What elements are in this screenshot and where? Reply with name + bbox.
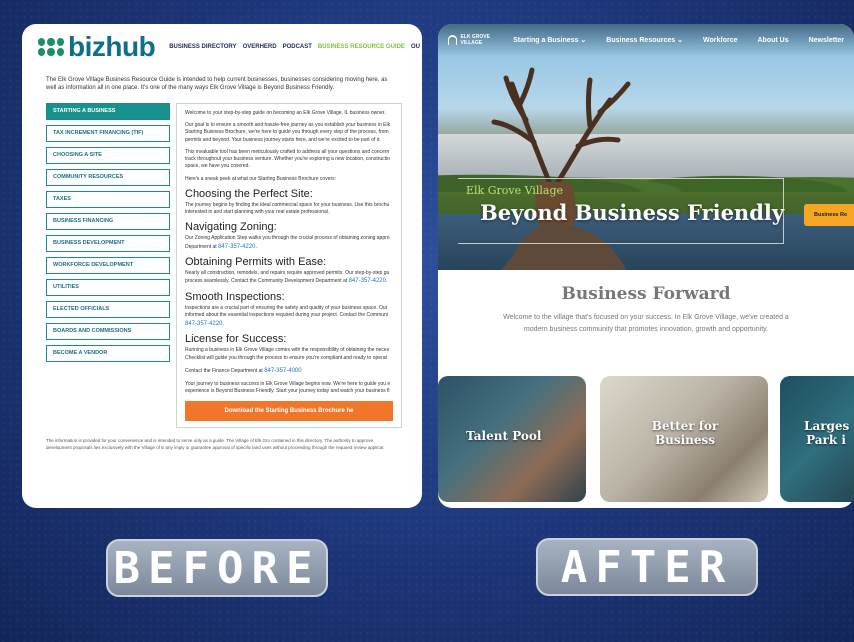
business-forward-text: Welcome to the village that's focused on… bbox=[503, 314, 789, 333]
sidebar-item-business-financing[interactable]: BUSINESS FINANCING bbox=[46, 212, 170, 230]
content-paragraph: Here's a sneak peek at what our Starting… bbox=[185, 175, 337, 182]
nav-starting-a-business[interactable]: Starting a Business ⌄ bbox=[513, 36, 586, 44]
sidebar-item-choosing-a-site[interactable]: CHOOSING A SITE bbox=[46, 146, 170, 164]
bizhub-header: bizhub BUSINESS DIRECTORY OVERHERD PODCA… bbox=[22, 24, 422, 70]
nav-business-directory[interactable]: BUSINESS DIRECTORY bbox=[169, 44, 236, 50]
sidebar-item-tax-increment-financing-tif[interactable]: TAX INCREMENT FINANCING (TIF) bbox=[46, 124, 170, 142]
card-label: Talent Pool bbox=[466, 429, 542, 443]
disclaimer-text: The information is provided for your con… bbox=[46, 438, 384, 450]
elk-grove-logo-text: ELK GROVE VILLAGE bbox=[460, 34, 490, 46]
after-nav: ELK GROVE VILLAGE Starting a Business ⌄ … bbox=[438, 24, 854, 56]
section-heading: Smooth Inspections: bbox=[185, 291, 285, 304]
after-label: AFTER bbox=[536, 538, 758, 596]
nav-business-resource-guide[interactable]: BUSINESS RESOURCE GUIDE bbox=[318, 44, 405, 50]
sidebar-item-starting-a-business[interactable]: STARTING A BUSINESS bbox=[46, 102, 170, 120]
section-text: Our Zoning Application Step walks you th… bbox=[185, 235, 393, 251]
elk-grove-logo[interactable]: ELK GROVE VILLAGE bbox=[448, 34, 493, 46]
resource-content: Welcome to your step-by-step guide on be… bbox=[176, 102, 402, 429]
sidebar-item-boards-and-commissions[interactable]: BOARDS AND COMMISSIONS bbox=[46, 322, 170, 340]
before-screenshot: bizhub BUSINESS DIRECTORY OVERHERD PODCA… bbox=[22, 24, 422, 508]
content-paragraph: Our goal is to ensure a smooth and hassl… bbox=[185, 122, 391, 143]
section-text-body: Contact the Finance Department at bbox=[185, 367, 263, 374]
download-brochure-button[interactable]: Download the Starting Business Brochure … bbox=[185, 401, 393, 422]
phone-link[interactable]: 847-357-4220. bbox=[349, 278, 388, 284]
phone-link[interactable]: 847-357-4220. bbox=[218, 244, 257, 250]
nav-podcast[interactable]: PODCAST bbox=[283, 44, 312, 50]
bizhub-logo-text: bizhub bbox=[68, 31, 156, 62]
nav-newsletter[interactable]: Newsletter bbox=[809, 37, 844, 44]
section-heading: Choosing the Perfect Site: bbox=[185, 187, 313, 200]
section-text: Inspections are a crucial part of ensuri… bbox=[185, 305, 393, 328]
nav-business-resources[interactable]: Business Resources ⌄ bbox=[606, 36, 683, 44]
sidebar-item-utilities[interactable]: UTILITIES bbox=[46, 278, 170, 296]
section-heading: Obtaining Permits with Ease: bbox=[185, 256, 327, 269]
content-paragraph: This invaluable tool has been meticulous… bbox=[185, 148, 390, 170]
card-better-for-business[interactable]: Better for Business bbox=[600, 376, 768, 502]
bizhub-logo[interactable]: bizhub bbox=[38, 31, 156, 63]
section-heading: License for Success: bbox=[185, 333, 287, 346]
sidebar-item-business-development[interactable]: BUSINESS DEVELOPMENT bbox=[46, 234, 170, 252]
sidebar-item-workforce-development[interactable]: WORKFORCE DEVELOPMENT bbox=[46, 256, 170, 274]
sidebar-item-become-a-vendor[interactable]: BECOME A VENDOR bbox=[46, 344, 170, 362]
business-forward-title: Business Forward bbox=[561, 284, 731, 304]
business-resources-button[interactable]: Business Re bbox=[804, 204, 854, 226]
hero-eyebrow: Elk Grove Village bbox=[466, 184, 564, 197]
section-text: Contact the Finance Department at 847-35… bbox=[185, 367, 393, 376]
sidebar-item-community-resources[interactable]: COMMUNITY RESOURCES bbox=[46, 168, 170, 186]
hero-section: ELK GROVE VILLAGE Starting a Business ⌄ … bbox=[438, 24, 854, 270]
section-text: Running a business in Elk Grove Village … bbox=[185, 347, 390, 361]
bizhub-nav: BUSINESS DIRECTORY OVERHERD PODCAST BUSI… bbox=[169, 44, 420, 50]
section-heading: Navigating Zoning: bbox=[185, 221, 277, 234]
nav-more[interactable]: OU bbox=[411, 44, 420, 50]
antler-logo-icon bbox=[448, 35, 458, 45]
section-text: Nearly all construction, remodels, and r… bbox=[185, 270, 393, 286]
intro-text: The Elk Grove Village Business Resource … bbox=[46, 77, 388, 92]
sidebar-item-elected-officials[interactable]: ELECTED OFFICIALS bbox=[46, 300, 170, 318]
nav-about-us[interactable]: About Us bbox=[757, 37, 788, 44]
before-label: BEFORE bbox=[106, 539, 328, 597]
card-talent-pool[interactable]: Talent Pool bbox=[438, 376, 586, 502]
card-largest-park[interactable]: Larges Park i bbox=[780, 376, 854, 502]
feature-cards: Talent Pool Better for Business Larges P… bbox=[438, 376, 854, 502]
bizhub-logo-icon bbox=[38, 38, 64, 56]
section-text-body: Our Zoning Application Step walks you th… bbox=[185, 235, 390, 250]
hero-title: Beyond Business Friendly bbox=[480, 200, 785, 225]
business-forward-section: Business Forward Welcome to the village … bbox=[438, 270, 854, 336]
content-paragraph: Welcome to your step-by-step guide on be… bbox=[185, 109, 386, 116]
nav-workforce[interactable]: Workforce bbox=[703, 37, 738, 44]
section-text-body: Inspections are a crucial part of ensuri… bbox=[185, 305, 388, 319]
nav-overherd[interactable]: OVERHERD bbox=[243, 44, 277, 50]
phone-link[interactable]: 847-357-4000 bbox=[264, 368, 301, 374]
card-label: Larges Park i bbox=[804, 419, 850, 447]
resource-sidebar: STARTING A BUSINESS TAX INCREMENT FINANCI… bbox=[46, 102, 170, 428]
content-paragraph: Your journey to business success in Elk … bbox=[185, 380, 391, 394]
sidebar-item-taxes[interactable]: TAXES bbox=[46, 190, 170, 208]
after-screenshot: ELK GROVE VILLAGE Starting a Business ⌄ … bbox=[438, 24, 854, 508]
card-label: Better for Business bbox=[651, 419, 719, 447]
section-text: The journey begins by finding the ideal … bbox=[185, 201, 390, 216]
phone-link[interactable]: 847-357-4220. bbox=[185, 321, 224, 327]
